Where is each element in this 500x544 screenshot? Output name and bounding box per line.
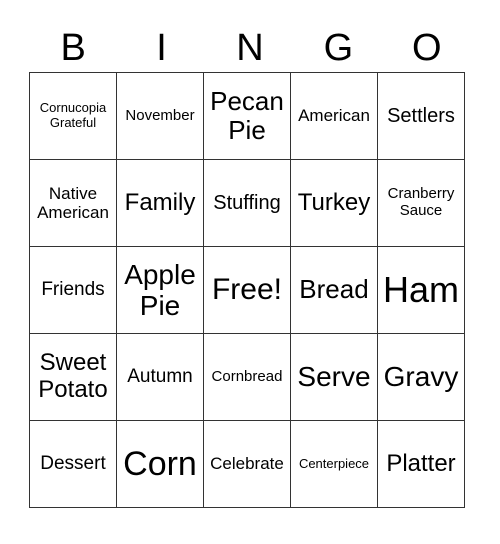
bingo-cell[interactable]: Settlers bbox=[377, 72, 465, 160]
grid-row: Sweet Potato Autumn Cornbread Serve Gravy bbox=[29, 333, 465, 421]
bingo-cell[interactable]: Gravy bbox=[377, 333, 465, 421]
bingo-cell[interactable]: Sweet Potato bbox=[29, 333, 117, 421]
bingo-cell[interactable]: Apple Pie bbox=[116, 246, 204, 334]
bingo-cell[interactable]: Pecan Pie bbox=[203, 72, 291, 160]
grid-row: Cornucopia Grateful November Pecan Pie Amer… bbox=[29, 72, 465, 160]
bingo-cell[interactable]: November bbox=[116, 72, 204, 160]
bingo-cell[interactable]: Family bbox=[116, 159, 204, 247]
bingo-cell[interactable]: Bread bbox=[290, 246, 378, 334]
bingo-cell[interactable]: Celebrate bbox=[203, 420, 291, 508]
bingo-cell[interactable]: American bbox=[290, 72, 378, 160]
bingo-cell[interactable]: Corn bbox=[116, 420, 204, 508]
bingo-cell[interactable]: Turkey bbox=[290, 159, 378, 247]
bingo-cell[interactable]: Cornucopia Grateful bbox=[29, 72, 117, 160]
bingo-cell[interactable]: Free! bbox=[203, 246, 291, 334]
grid-row: Dessert Corn Celebrate Centerpiece Platter bbox=[29, 420, 465, 508]
bingo-cell[interactable]: Serve bbox=[290, 333, 378, 421]
bingo-cell[interactable]: Centerpiece bbox=[290, 420, 378, 508]
bingo-grid: Cornucopia Grateful November Pecan Pie Amer… bbox=[29, 72, 465, 508]
header-letter-n: N bbox=[236, 27, 264, 69]
bingo-cell[interactable]: Platter bbox=[377, 420, 465, 508]
header-letter-g: G bbox=[323, 27, 354, 69]
header-letter-o: O bbox=[411, 27, 442, 69]
bingo-header: B I N G O bbox=[29, 26, 471, 70]
header-letter-b: B bbox=[60, 27, 86, 69]
bingo-cell[interactable]: Dessert bbox=[29, 420, 117, 508]
bingo-cell[interactable]: Ham bbox=[377, 246, 465, 334]
bingo-cell[interactable]: Autumn bbox=[116, 333, 204, 421]
bingo-cell[interactable]: Cornbread bbox=[203, 333, 291, 421]
bingo-cell[interactable]: Native American bbox=[29, 159, 117, 247]
bingo-cell[interactable]: Cranberry Sauce bbox=[377, 159, 465, 247]
grid-row: Friends Apple Pie Free! Bread Ham bbox=[29, 246, 465, 334]
grid-row: Native American Family Stuffing Turkey Cranb… bbox=[29, 159, 465, 247]
bingo-cell[interactable]: Friends bbox=[29, 246, 117, 334]
bingo-cell[interactable]: Stuffing bbox=[203, 159, 291, 247]
header-letter-i: I bbox=[156, 27, 167, 69]
